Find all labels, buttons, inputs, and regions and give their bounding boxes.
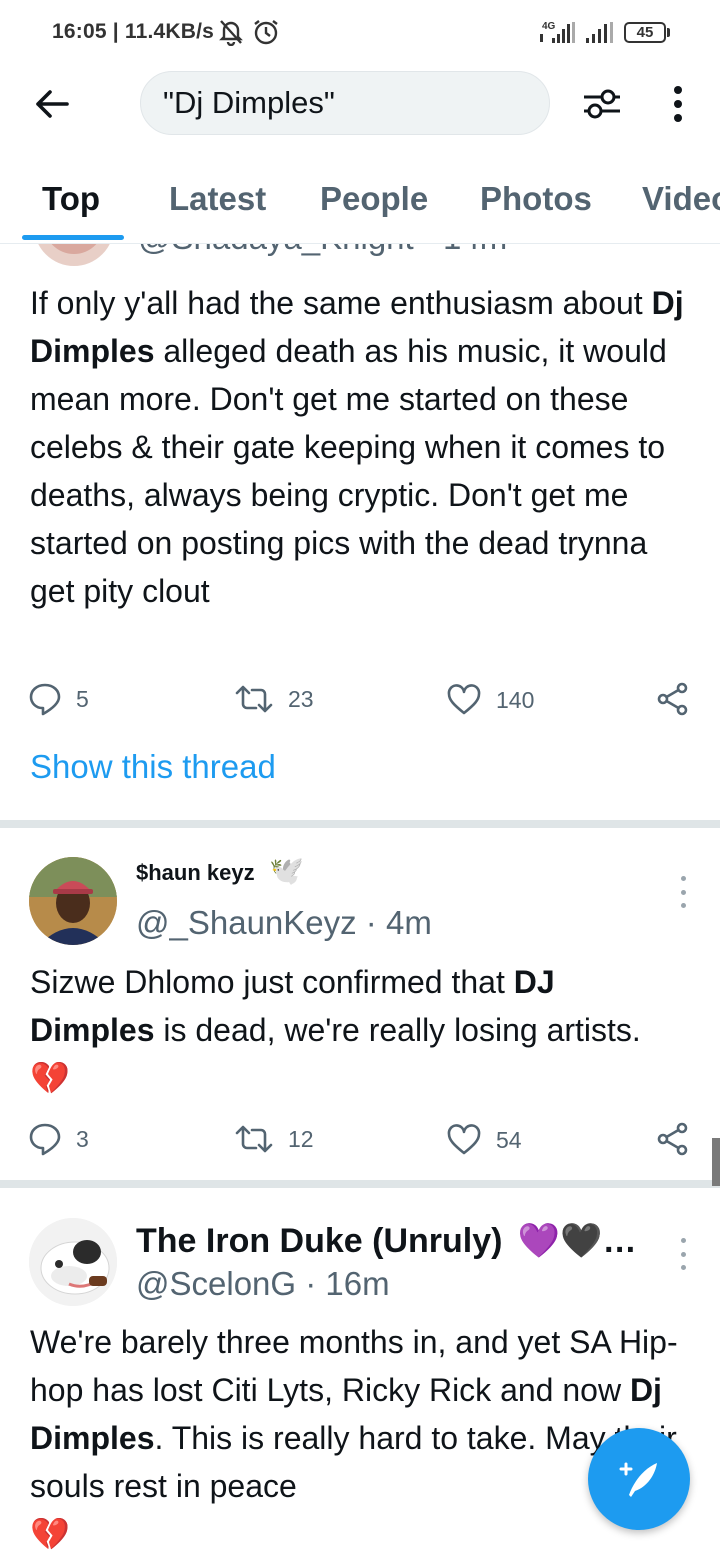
reply-button[interactable]: 3 xyxy=(28,1122,89,1156)
avatar-photo xyxy=(29,857,117,945)
active-tab-indicator xyxy=(22,235,124,240)
retweet-button[interactable]: 12 xyxy=(234,1124,314,1154)
reply-icon xyxy=(29,1123,61,1156)
broken-heart-emoji: 💔 xyxy=(30,1060,70,1096)
reply-button[interactable]: 5 xyxy=(28,682,89,716)
share-button[interactable] xyxy=(656,682,690,716)
signal-icon xyxy=(584,22,614,49)
status-bar: 16:05 | 11.4KB/s 4G 45 xyxy=(0,0,720,64)
tweet-feed[interactable]: @Shadaya_Knight · 14m If only y'all had … xyxy=(0,244,720,1560)
display-name[interactable]: $haun keyz 🕊️ xyxy=(136,854,304,887)
retweet-count: 12 xyxy=(288,1125,314,1152)
reply-count: 3 xyxy=(76,1125,89,1152)
tab-people[interactable]: People xyxy=(320,180,428,218)
back-arrow-icon xyxy=(36,90,69,118)
share-icon xyxy=(657,1122,688,1156)
tweet-text: If only y'all had the same enthusiasm ab… xyxy=(30,285,684,609)
tab-top[interactable]: Top xyxy=(42,180,100,218)
battery-tip xyxy=(667,28,670,37)
tweet-divider xyxy=(0,1180,720,1188)
like-button[interactable]: 54 xyxy=(446,1124,522,1156)
muted-bell-icon xyxy=(218,18,244,51)
heart-icon xyxy=(447,1124,481,1155)
svg-text:4G: 4G xyxy=(542,21,556,32)
like-button[interactable]: 140 xyxy=(446,684,534,716)
scrollbar-thumb[interactable] xyxy=(712,1138,720,1186)
dove-emoji: 🕊️ xyxy=(269,855,305,886)
tweet-handle-time[interactable]: @Shadaya_Knight · 14m xyxy=(138,244,507,258)
tab-videos[interactable]: Videos xyxy=(642,180,720,218)
search-tabs: Top Latest People Photos Videos xyxy=(0,160,720,244)
show-thread-link[interactable]: Show this thread xyxy=(30,748,276,786)
compose-tweet-button[interactable] xyxy=(588,1428,690,1530)
retweet-icon xyxy=(235,1125,273,1153)
avatar[interactable] xyxy=(34,244,114,266)
tweet-handle[interactable]: @ScelonG · 16m xyxy=(136,1265,390,1303)
compose-feather-icon xyxy=(619,1462,657,1497)
search-input[interactable]: "Dj Dimples" xyxy=(140,71,550,135)
overflow-menu-icon xyxy=(674,86,682,122)
search-filter-icon xyxy=(584,89,620,119)
tweet-text: Sizwe Dhlomo just confirmed that DJ Dimp… xyxy=(30,964,641,1096)
overflow-menu-button[interactable] xyxy=(650,76,706,132)
retweet-button[interactable]: 23 xyxy=(234,684,314,714)
search-header: "Dj Dimples" xyxy=(0,64,720,144)
tweet-divider xyxy=(0,820,720,828)
battery-indicator: 45 xyxy=(624,22,666,43)
signal-4g-icon: 4G xyxy=(536,20,580,49)
avatar[interactable] xyxy=(29,1218,117,1306)
tweet-text: We're barely three months in, and yet SA… xyxy=(30,1324,678,1552)
tweet-handle[interactable]: @_ShaunKeyz · 4m xyxy=(136,904,432,942)
tweet-menu-button[interactable] xyxy=(668,872,698,912)
avatar-photo xyxy=(29,1218,117,1306)
tab-photos[interactable]: Photos xyxy=(480,180,592,218)
like-count: 140 xyxy=(496,686,535,713)
reply-icon xyxy=(29,683,61,716)
heart-icon xyxy=(447,684,481,715)
retweet-icon xyxy=(235,685,273,713)
share-icon xyxy=(657,682,688,716)
broken-heart-emoji: 💔 xyxy=(30,1516,70,1552)
like-count: 54 xyxy=(496,1126,522,1153)
back-button[interactable] xyxy=(24,76,80,132)
alarm-clock-icon xyxy=(252,18,280,51)
heart-emojis: 💜🖤… xyxy=(517,1222,637,1260)
search-filter-button[interactable] xyxy=(574,76,630,132)
tab-latest[interactable]: Latest xyxy=(169,180,266,218)
share-button[interactable] xyxy=(656,1122,690,1156)
display-name[interactable]: The Iron Duke (Unruly) 💜🖤… xyxy=(136,1221,637,1261)
retweet-count: 23 xyxy=(288,685,314,712)
status-time: 16:05 | 11.4KB/s xyxy=(52,20,215,43)
avatar[interactable] xyxy=(29,857,117,945)
reply-count: 5 xyxy=(76,685,89,712)
tweet-menu-button[interactable] xyxy=(668,1234,698,1274)
